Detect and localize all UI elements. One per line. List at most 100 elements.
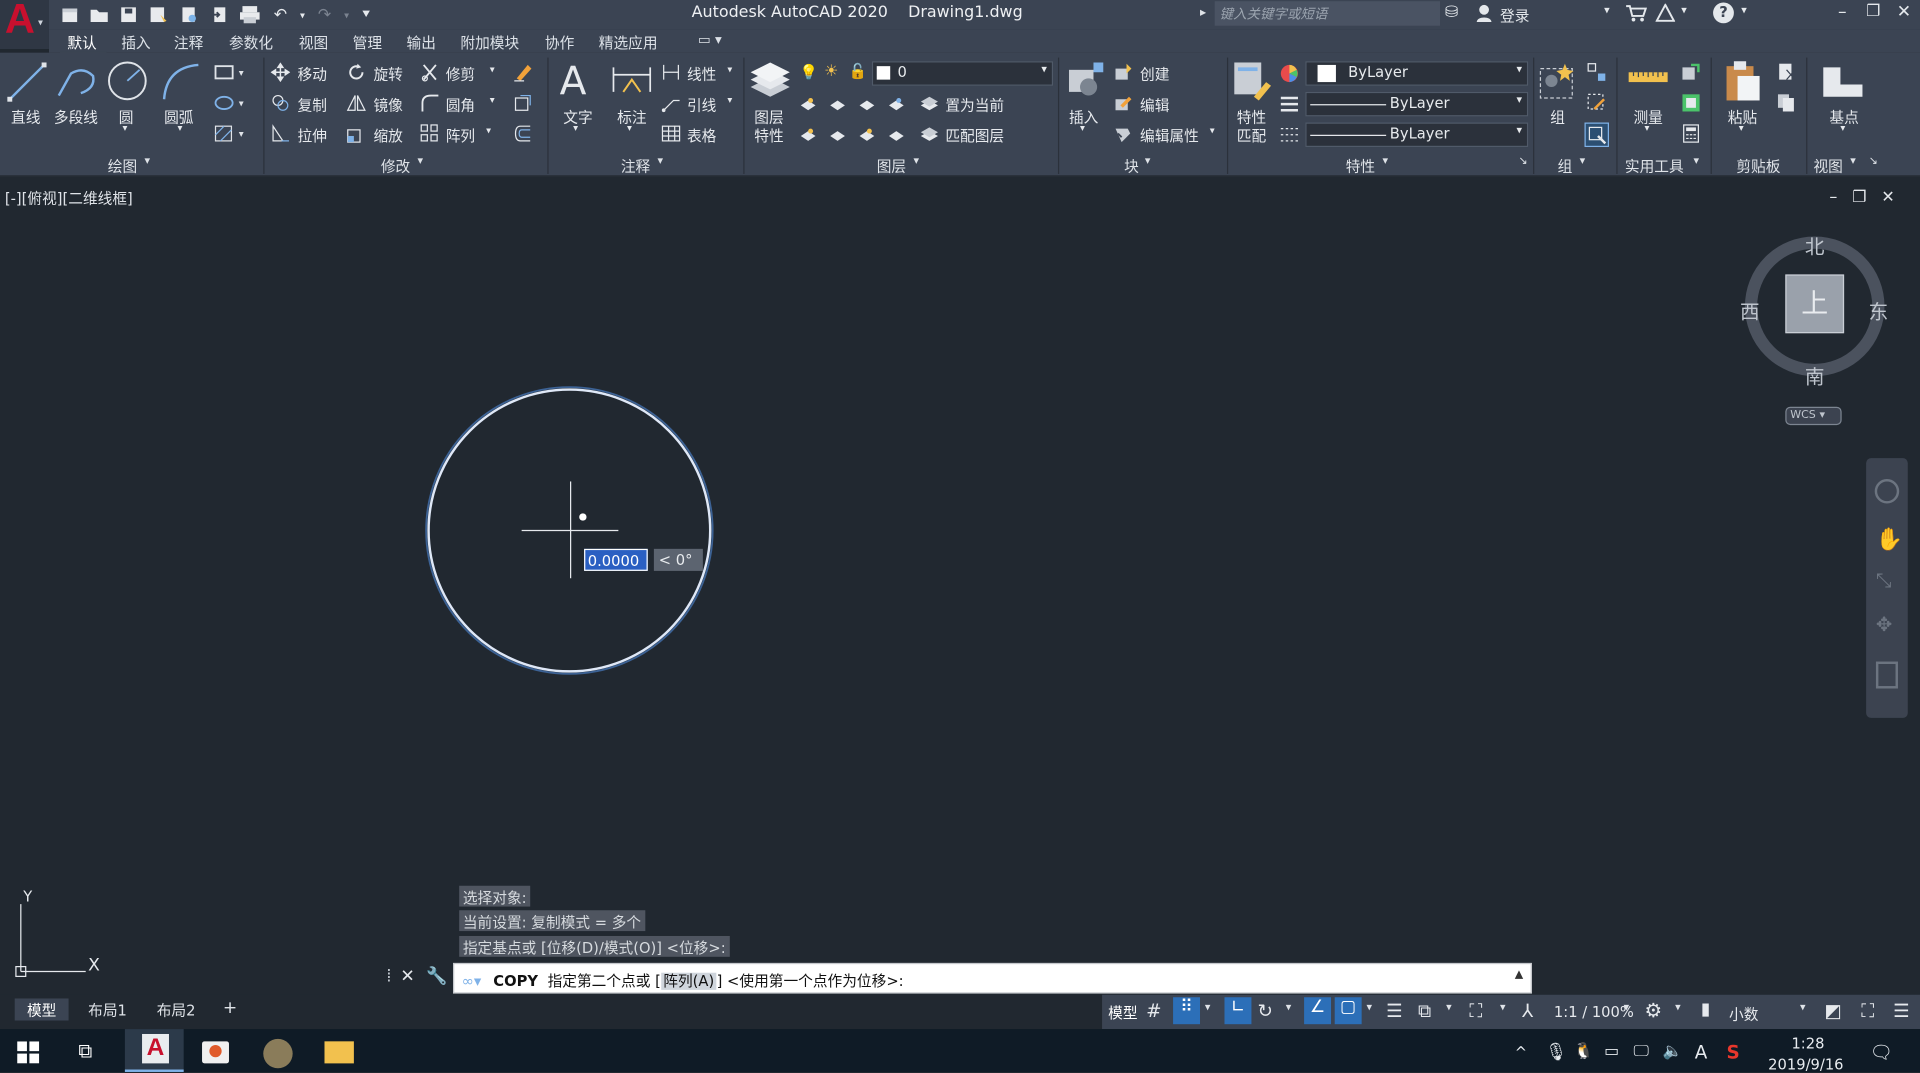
clean-screen-icon[interactable]: ⛶ (1861, 1000, 1874, 1022)
lineweight-icon[interactable] (1280, 94, 1300, 114)
tab-featured-apps[interactable]: 精选应用 (599, 32, 658, 53)
layer-properties-label-2[interactable]: 特性 (754, 125, 783, 146)
print-icon[interactable] (239, 4, 261, 26)
fillet-button[interactable]: 圆角 (446, 94, 475, 115)
layer-tools-row-1-icons[interactable] (798, 93, 908, 113)
select-all-icon[interactable] (1681, 93, 1701, 113)
table-icon[interactable] (661, 124, 681, 144)
windows-start-icon[interactable] (17, 1041, 40, 1064)
hatch-ellipse-tool-icon[interactable]: ▾ (214, 94, 251, 111)
grid-icon[interactable]: # (1146, 1000, 1161, 1022)
edit-block-button[interactable]: 编辑 (1140, 94, 1169, 115)
file-explorer-icon[interactable] (324, 1041, 354, 1064)
create-block-icon[interactable] (1113, 62, 1133, 82)
customize-toolbar-icon[interactable]: ⯆ (355, 4, 377, 26)
table-button[interactable]: 表格 (687, 125, 716, 146)
action-center-icon[interactable]: 🗨 (1870, 1041, 1893, 1063)
chevron-down-icon[interactable]: ▾ (1580, 156, 1586, 168)
tab-manage[interactable]: 管理 (353, 32, 382, 53)
copy-button[interactable]: 复制 (298, 94, 327, 115)
view-panel-title[interactable]: 视图 (1813, 156, 1842, 177)
chevron-down-icon[interactable]: ▾ (1080, 123, 1085, 134)
taskbar-autocad-button[interactable]: A (124, 1029, 184, 1072)
ortho-mode-icon[interactable]: ∟ (1224, 997, 1252, 1025)
tab-default[interactable]: 默认 (67, 32, 96, 53)
move-button[interactable]: 移动 (298, 64, 327, 85)
text-tool-icon[interactable]: A (560, 58, 587, 105)
layer-tools-row-2-icons[interactable] (798, 124, 908, 144)
chevron-down-icon[interactable]: ▾ (1367, 1002, 1373, 1014)
groups-panel-title[interactable]: 组 (1558, 156, 1573, 177)
tab-collaborate[interactable]: 协作 (545, 32, 574, 53)
object-snap-tracking-icon[interactable]: ▢ (1334, 997, 1362, 1025)
binoculars-icon[interactable]: ⛁ (1445, 4, 1458, 22)
linear-dim-button[interactable]: 线性 (687, 64, 716, 85)
viewcube-top-face[interactable]: 上 (1785, 274, 1845, 334)
mirror-button[interactable]: 镜像 (373, 94, 402, 115)
close-command-line-icon[interactable]: ✕ (400, 967, 414, 987)
chevron-down-icon[interactable]: ▾ (1446, 1002, 1452, 1014)
show-hidden-icons-icon[interactable]: ^ (1515, 1044, 1527, 1061)
chevron-down-icon[interactable]: ▾ (291, 4, 313, 26)
chevron-down-icon[interactable]: ▾ (1382, 156, 1388, 168)
match-properties-label-2[interactable]: 匹配 (1237, 125, 1266, 146)
chevron-down-icon[interactable]: ▾ (627, 123, 632, 134)
transparency-toggle-icon[interactable]: ⧉ (1418, 1000, 1431, 1022)
command-option-array[interactable]: 阵列(A) (660, 972, 717, 990)
layer-properties-icon[interactable] (748, 60, 792, 102)
customization-menu-icon[interactable]: ☰ (1893, 1000, 1909, 1022)
chevron-down-icon[interactable]: ▾ (178, 123, 183, 134)
chevron-down-icon[interactable]: ▾ (1286, 1002, 1292, 1014)
tab-layout1[interactable]: 布局1 (76, 998, 139, 1020)
chevron-down-icon[interactable]: ▾ (1145, 156, 1151, 168)
erase-icon[interactable] (513, 62, 533, 82)
zoom-extents-icon[interactable]: ⤡ (1876, 568, 1892, 593)
offset-icon[interactable] (513, 124, 533, 144)
command-line-input[interactable]: ∞▾ COPY 指定第二个点或 [阵列(A)] <使用第一个点作为位移>: ▲ (453, 962, 1532, 994)
add-layout-icon[interactable]: + (211, 998, 250, 1020)
chevron-down-icon[interactable]: ▾ (1500, 1002, 1506, 1014)
match-layer-button[interactable]: 匹配图层 (945, 125, 1004, 146)
sun-freeze-icon[interactable]: ☀ (824, 62, 838, 80)
autodesk-app-icon[interactable] (1655, 3, 1676, 24)
chevron-down-icon[interactable]: ▾ (486, 125, 491, 136)
stretch-icon[interactable] (271, 124, 291, 144)
microphone-icon[interactable]: 🎙 (1545, 1043, 1567, 1063)
trim-icon[interactable] (420, 62, 440, 82)
restore-window-icon[interactable]: ❐ (1866, 2, 1880, 20)
polar-tracking-icon[interactable]: ↻ (1258, 1000, 1273, 1022)
group-selection-icon[interactable] (1584, 122, 1609, 148)
expand-search-icon[interactable]: ▸ (1200, 6, 1206, 19)
chevron-down-icon[interactable]: ▾ (1675, 1002, 1681, 1014)
network-icon[interactable]: 🖵 (1633, 1043, 1648, 1061)
grip-icon[interactable]: ⦙ (387, 967, 391, 987)
chevron-down-icon[interactable]: ▾ (144, 156, 150, 168)
move-icon[interactable] (270, 62, 291, 83)
group-label[interactable]: 组 (1550, 107, 1565, 128)
save-icon[interactable] (118, 4, 140, 26)
match-layer-icon[interactable] (918, 124, 940, 144)
scale-button[interactable]: 缩放 (373, 125, 402, 146)
rectangle-tool-icon[interactable]: ▾ (214, 64, 251, 81)
taskbar-game-icon[interactable] (263, 1038, 293, 1069)
scale-icon[interactable] (347, 124, 367, 144)
compass-south[interactable]: 南 (1805, 360, 1825, 389)
chevron-down-icon[interactable]: ▾ (1210, 125, 1215, 136)
new-file-icon[interactable] (59, 4, 81, 26)
tab-view[interactable]: 视图 (299, 32, 328, 53)
chevron-down-icon[interactable]: ▾ (418, 156, 424, 168)
tab-parametric[interactable]: 参数化 (229, 32, 273, 53)
open-folder-icon[interactable] (88, 4, 110, 26)
model-space-button[interactable]: 模型 (1108, 1002, 1137, 1023)
fillet-icon[interactable] (420, 93, 440, 113)
chevron-down-icon[interactable]: ▾ (1840, 123, 1845, 134)
chevron-down-icon[interactable]: ▾ (1739, 123, 1744, 134)
help-icon[interactable]: ? (1713, 2, 1734, 24)
annotation-scale-button[interactable]: 1:1 / 100% (1554, 1003, 1634, 1020)
modify-panel-title[interactable]: 修改 (381, 156, 410, 177)
chevron-down-icon[interactable]: ▾ (1604, 5, 1610, 17)
application-menu-button[interactable]: A ▾ (0, 0, 49, 50)
search-input[interactable]: 键入关键字或短语 (1214, 1, 1441, 26)
dynamic-input-angle[interactable]: < 0° (653, 548, 703, 571)
ribbon-display-toggle-icon[interactable]: ▭ ▾ (698, 32, 722, 48)
